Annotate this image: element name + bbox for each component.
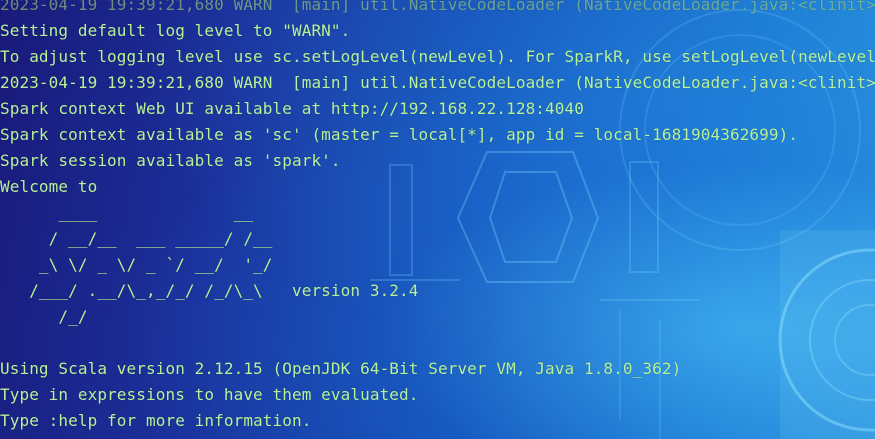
- log-line: Using Scala version 2.12.15 (OpenJDK 64-…: [0, 359, 682, 378]
- log-line: 2023-04-19 19:39:21,680 WARN [main] util…: [0, 73, 875, 92]
- log-line: Type :help for more information.: [0, 411, 312, 430]
- log-line: Spark context available as 'sc' (master …: [0, 125, 799, 144]
- log-line: Setting default log level to "WARN".: [0, 21, 351, 40]
- spark-logo-version-line: /___/ .__/\_,_/_/ /_/\_\ version 3.2.4: [0, 281, 419, 300]
- spark-logo-line: _\ \/ _ \/ _ `/ __/ '_/: [0, 255, 273, 274]
- spark-logo-line: / __/__ ___ _____/ /__: [0, 229, 273, 248]
- spark-logo-line: /_/: [0, 307, 88, 326]
- log-line: 2023-04-19 19:39:21,680 WARN [main] util…: [0, 0, 875, 14]
- log-line: Spark context Web UI available at http:/…: [0, 99, 584, 118]
- spark-logo-line: ____ __: [0, 203, 254, 222]
- terminal-window[interactable]: 2023-04-19 19:39:21,680 WARN [main] util…: [0, 0, 875, 439]
- log-line: Type in expressions to have them evaluat…: [0, 385, 419, 404]
- terminal-output: 2023-04-19 19:39:21,680 WARN [main] util…: [0, 0, 875, 434]
- log-line: To adjust logging level use sc.setLogLev…: [0, 47, 875, 66]
- log-line: Spark session available as 'spark'.: [0, 151, 341, 170]
- log-line: Welcome to: [0, 177, 98, 196]
